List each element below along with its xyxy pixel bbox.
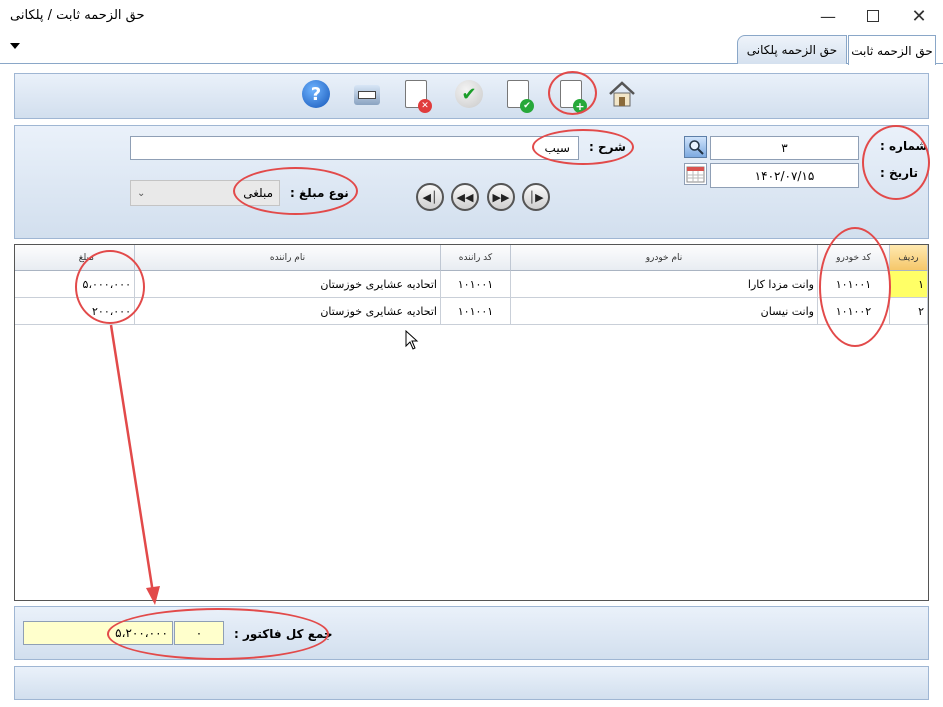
maximize-button[interactable] [850,0,896,32]
table-row-2-car-code[interactable]: ۱۰۱۰۰۲ [818,298,890,325]
table-row-2-driver-code[interactable]: ۱۰۱۰۰۱ [441,298,511,325]
date-value: ۱۴۰۲/۰۷/۱۵ [754,168,815,183]
number-label: شماره : [880,139,928,153]
total-count-value: ۰ [195,626,203,640]
rewind-icon: ◀◀ [456,190,474,204]
description-value: سیب [544,141,570,155]
previous-record-button[interactable]: ◀◀ [451,183,479,211]
approve-document-icon: ✔ [520,99,534,113]
delete-button[interactable]: ✕ [405,80,432,113]
total-amount-field: ۵،۲۰۰،۰۰۰ [23,621,173,645]
home-icon [609,81,635,107]
table-row-1-car-name[interactable]: وانت مزدا کارا [511,271,818,298]
table-row-2-amount[interactable]: ۲۰۰،۰۰۰ [15,298,135,325]
table-row-1-car-code[interactable]: ۱۰۱۰۰۱ [818,271,890,298]
header-car-name[interactable]: نام خودرو [511,245,818,271]
help-button[interactable]: ? [302,80,330,108]
window-title: حق الزحمه ثابت / پلکانی [10,8,145,23]
header-amount[interactable]: مبلغ [15,245,135,271]
last-record-button[interactable]: │▶ [522,183,550,211]
table-row-1-driver-name[interactable]: اتحادیه عشایری خوزستان [135,271,441,298]
approve-document-button[interactable]: ✔ [507,80,534,113]
chevron-down-icon: ⌄ [137,187,146,199]
date-label: تاریخ : [880,166,919,180]
first-icon: ◀│ [422,190,438,204]
items-grid: مبلغ نام راننده کد راننده نام خودرو کد خ… [14,244,929,601]
number-field[interactable]: ۳ [710,136,859,160]
table-row-1-driver-code[interactable]: ۱۰۱۰۰۱ [441,271,511,298]
amount-type-value: مبلغی [243,186,273,200]
description-input[interactable]: سیب [130,136,579,160]
total-label: جمع کل فاکتور : [234,627,333,641]
tab-tiered-fee-label: حق الزحمه پلکانی [746,43,838,57]
tab-tiered-fee[interactable]: حق الزحمه پلکانی [737,35,847,64]
status-bar [14,666,929,700]
tab-fixed-fee[interactable]: حق الزحمه ثابت [848,35,936,65]
amount-type-label: نوع مبلغ : [290,186,349,200]
close-icon: ✕ [911,5,927,27]
table-row-2-number[interactable]: ۲ [890,298,928,325]
number-value: ۳ [781,141,788,155]
help-icon: ? [310,83,322,105]
confirm-button[interactable]: ✔ [455,80,483,108]
table-row-2-car-name[interactable]: وانت نیسان [511,298,818,325]
close-button[interactable]: ✕ [896,0,942,32]
minimize-button[interactable]: — [805,0,851,32]
tab-fixed-fee-label: حق الزحمه ثابت [851,43,933,58]
calendar-icon [686,166,705,183]
total-amount-value: ۵،۲۰۰،۰۰۰ [115,626,168,640]
fast-forward-icon: ▶▶ [492,190,510,204]
first-record-button[interactable]: ◀│ [416,183,444,211]
total-count-field: ۰ [174,621,224,645]
table-row-1-amount[interactable]: ۵،۰۰۰،۰۰۰ [15,271,135,298]
description-label: شرح : [589,140,626,154]
last-icon: │▶ [528,190,544,204]
printer-icon [358,91,376,99]
date-picker-button[interactable] [684,163,707,185]
mouse-cursor-icon [405,330,419,350]
minimize-icon: — [820,6,836,26]
home-button[interactable] [607,80,637,108]
number-search-button[interactable] [684,136,707,158]
next-record-button[interactable]: ▶▶ [487,183,515,211]
header-driver-code[interactable]: کد راننده [441,245,511,271]
delete-document-icon: ✕ [418,99,432,113]
print-button[interactable] [354,85,380,105]
add-document-icon: + [573,99,587,113]
menu-dropdown-icon[interactable] [10,43,20,49]
amount-type-select[interactable]: ⌄ مبلغی [130,180,280,206]
header-car-code[interactable]: کد خودرو [818,245,890,271]
search-icon [688,140,704,155]
new-document-button[interactable]: + [560,80,587,113]
maximize-icon [867,10,879,22]
header-driver-name[interactable]: نام راننده [135,245,441,271]
check-icon: ✔ [461,83,477,105]
table-row-1-number[interactable]: ۱ [890,271,928,298]
header-row-number[interactable]: ردیف [890,245,928,271]
table-row-2-driver-name[interactable]: اتحادیه عشایری خوزستان [135,298,441,325]
date-field[interactable]: ۱۴۰۲/۰۷/۱۵ [710,163,859,188]
